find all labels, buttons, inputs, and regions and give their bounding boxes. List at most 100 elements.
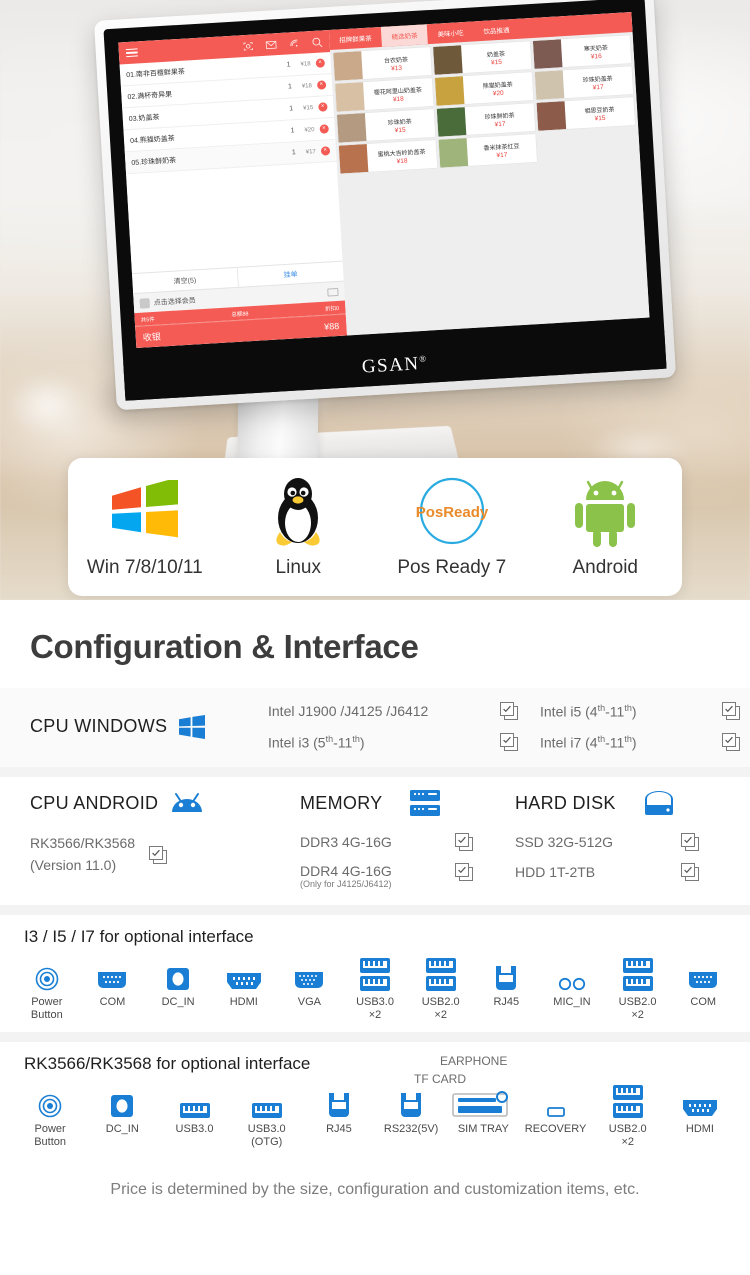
checkbox-icon[interactable] xyxy=(722,702,740,720)
memory-option-ddr4: DDR4 4G-16G (Only for J4125/J6412) xyxy=(300,863,515,889)
product-card[interactable]: 熊猫奶盖茶 ¥20 xyxy=(434,72,534,106)
usb-double-icon xyxy=(360,957,391,991)
disk-option-hdd: HDD 1T-2TB xyxy=(515,863,715,881)
category-tab[interactable]: 饮品推通 xyxy=(473,19,520,42)
product-card[interactable]: 香米抹茶红豆 ¥17 xyxy=(438,133,537,168)
order-item-qty: 1 xyxy=(289,105,294,113)
order-item-price: ¥17 xyxy=(305,148,316,156)
product-name: 香米抹茶红豆 xyxy=(483,143,520,152)
product-thumbnail xyxy=(332,51,363,81)
port-label: RECOVERY xyxy=(524,1122,587,1135)
com-port-icon xyxy=(96,957,128,991)
product-card[interactable]: 相思豆奶茶 ¥15 xyxy=(536,97,636,131)
memory-module-icon xyxy=(410,789,441,817)
product-name: 珍珠奶盖茶 xyxy=(582,75,613,84)
port-item: USB3.0 xyxy=(158,1084,230,1136)
category-tab[interactable]: 美味小吃 xyxy=(427,21,474,44)
dc-in-icon xyxy=(110,1084,134,1118)
checkbox-icon[interactable] xyxy=(681,863,699,881)
mail-icon[interactable] xyxy=(265,40,277,50)
page-title: Configuration & Interface xyxy=(30,628,419,665)
remove-item-icon[interactable]: × xyxy=(315,58,325,68)
order-item-qty: 1 xyxy=(291,149,297,157)
intel-interface-section: I3 / I5 / I7 for optional interface Powe… xyxy=(0,915,750,1032)
usb-double-icon xyxy=(622,957,653,991)
remove-item-icon[interactable]: × xyxy=(316,80,327,90)
port-label: HDMI xyxy=(229,996,258,1008)
product-card[interactable]: 台农奶茶 ¥13 xyxy=(332,47,432,81)
rj45-port-icon xyxy=(400,1084,422,1118)
checkbox-icon[interactable] xyxy=(500,733,518,751)
order-item-price: ¥18 xyxy=(300,60,311,68)
dc-in-icon xyxy=(166,957,190,991)
remove-item-icon[interactable]: × xyxy=(319,124,329,134)
checkbox-icon[interactable] xyxy=(722,733,740,751)
checkbox-icon[interactable] xyxy=(455,863,473,881)
remove-item-icon[interactable]: × xyxy=(317,102,328,112)
port-item: USB2.0 ×2 xyxy=(605,957,671,1022)
section-divider xyxy=(0,905,750,915)
cpu-windows-label-block: CPU WINDOWS xyxy=(30,714,268,739)
product-price: ¥17 xyxy=(494,120,506,128)
checkbox-icon[interactable] xyxy=(681,833,699,851)
product-card[interactable]: 珍珠奶茶 ¥15 xyxy=(336,108,436,143)
rj45-port-icon xyxy=(328,1084,350,1118)
port-item: USB3.0 (OTG) xyxy=(231,1084,303,1149)
checkbox-icon[interactable] xyxy=(500,702,518,720)
pos-software-ui: 01.南非百檀鲜果茶 1 ¥18 × 02.满杯奇异果 1 ¥18 × 03.奶盖茶 1 ¥15 × 0… xyxy=(118,12,650,349)
checkbox-icon[interactable] xyxy=(149,845,168,864)
rj45-port-icon xyxy=(495,957,517,991)
hard-disk-label: HARD DISK xyxy=(515,792,616,813)
disk-option-ssd: SSD 32G-512G xyxy=(515,833,715,851)
memory-label: MEMORY xyxy=(300,792,383,813)
product-price: ¥15 xyxy=(594,114,606,122)
product-price: ¥16 xyxy=(590,52,602,61)
category-tab[interactable]: 精选奶茶 xyxy=(381,24,429,47)
os-label-windows: Win 7/8/10/11 xyxy=(86,557,203,578)
spec-text: HDD 1T-2TB xyxy=(515,864,596,880)
port-item: RS232(5V) xyxy=(375,1084,447,1136)
port-label: RJ45 xyxy=(326,1122,352,1135)
product-card[interactable]: 蜜桃大吉岭奶盖茶 ¥18 xyxy=(338,139,438,174)
port-item: MIC_IN xyxy=(539,957,605,1009)
order-item-qty: 1 xyxy=(290,127,295,135)
product-thumbnail xyxy=(532,39,563,69)
hamburger-icon[interactable] xyxy=(125,48,139,58)
product-price: ¥15 xyxy=(394,126,406,134)
member-card-icon[interactable] xyxy=(326,287,339,297)
order-item-name: 01.南非百檀鲜果茶 xyxy=(125,68,186,79)
checkout-label: 收银 xyxy=(142,331,162,343)
scan-icon[interactable] xyxy=(242,40,254,52)
spec-row-j1900: Intel J1900 /J4125 /J6412 xyxy=(268,702,518,720)
android-model-line2: (Version 11.0) xyxy=(30,856,117,873)
spec-text: Intel J1900 /J4125 /J6412 xyxy=(268,703,429,719)
product-card[interactable]: 樱花阿里山奶盖茶 ¥18 xyxy=(334,78,434,112)
os-item-linux: Linux xyxy=(222,475,376,579)
product-name: 相思豆奶茶 xyxy=(584,106,615,115)
configuration-section: Configuration & Interface CPU WINDOWS In… xyxy=(0,600,750,1225)
product-card[interactable]: 奶盖茶 ¥15 xyxy=(432,41,532,75)
product-name: 樱花阿里山奶盖茶 xyxy=(373,87,423,96)
audio-jacks-icon xyxy=(557,957,587,991)
port-item: USB2.0 ×2 xyxy=(592,1084,664,1149)
checkbox-icon[interactable] xyxy=(455,833,473,851)
windows-logo-icon xyxy=(179,714,206,739)
os-item-posready: PosReady Pos Ready 7 xyxy=(375,475,529,579)
cpu-android-label: CPU ANDROID xyxy=(30,792,159,813)
product-card[interactable]: 珍珠奶盖茶 ¥17 xyxy=(534,66,634,100)
remove-item-icon[interactable]: × xyxy=(320,146,331,156)
port-item: RECOVERY xyxy=(519,1084,591,1136)
checkout-amount: ¥88 xyxy=(323,320,340,332)
port-label: USB2.0 ×2 xyxy=(421,996,460,1021)
product-card[interactable]: 寒天奶茶 ¥16 xyxy=(532,35,632,69)
product-thumbnail xyxy=(536,101,567,131)
search-icon[interactable] xyxy=(311,36,323,48)
wifi-icon[interactable] xyxy=(288,38,300,49)
order-item-price: ¥20 xyxy=(304,126,315,134)
usb-double-icon xyxy=(425,957,456,991)
spec-text: DDR3 4G-16G xyxy=(300,834,392,850)
product-card[interactable]: 珍珠鲜奶茶 ¥17 xyxy=(436,103,536,137)
spec-row-i7: Intel i7 (4th-11th) xyxy=(540,733,740,751)
port-label: USB3.0 (OTG) xyxy=(247,1122,286,1148)
product-thumbnail xyxy=(438,138,469,168)
